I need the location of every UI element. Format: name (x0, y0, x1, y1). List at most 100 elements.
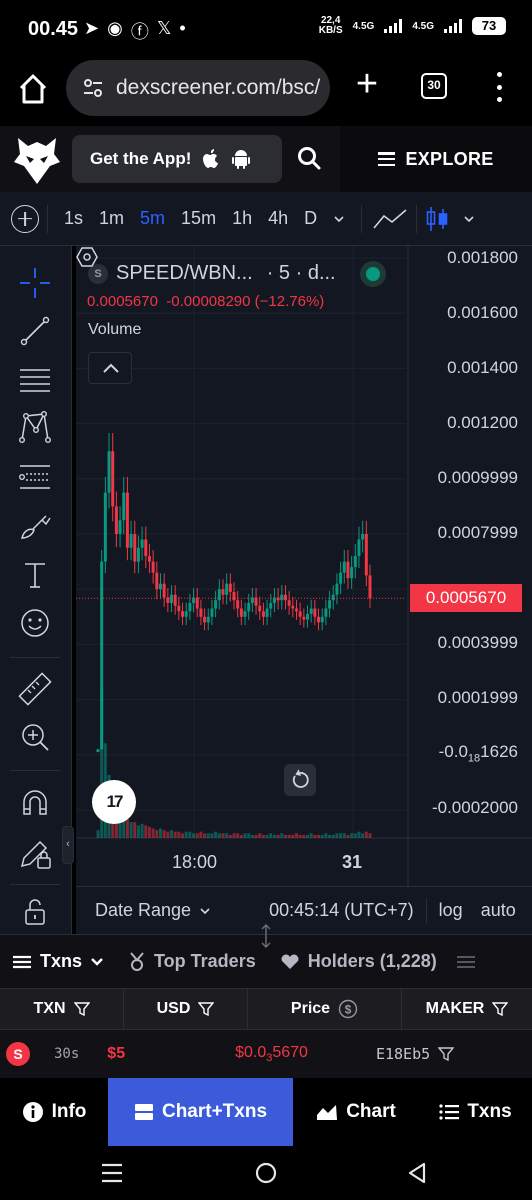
emoji-tool-icon[interactable] (16, 604, 54, 642)
symbol-legend[interactable]: S SPEED/WBN... · 5 · d... (88, 262, 336, 285)
timezone-clock[interactable]: 00:45:14 (UTC+7) (269, 900, 414, 921)
status-bar: 00.45 ➤ ◉ ⓕ 𝕏 • 22,4 KB/S 4.5G 4.5G 73 (0, 0, 532, 58)
url-text: dexscreener.com/bsc/ (116, 76, 321, 99)
timeframe-5m[interactable]: 5m (132, 208, 173, 229)
candle-body (136, 547, 140, 562)
candle-body (133, 534, 137, 562)
chart-settings-icon[interactable] (76, 246, 98, 268)
explore-button[interactable]: EXPLORE (340, 126, 532, 192)
network-type-2: 4.5G (412, 20, 434, 32)
filter-maker-icon[interactable] (438, 1046, 455, 1062)
volume-bar (188, 831, 192, 838)
recent-apps-icon[interactable] (100, 1162, 124, 1184)
volume-bar (283, 834, 287, 838)
back-triangle-icon[interactable] (406, 1161, 428, 1185)
medal-icon (130, 951, 144, 971)
browser-menu-button[interactable] (494, 72, 504, 102)
timeframe-d[interactable]: D (296, 208, 325, 229)
volume-bar (294, 833, 298, 838)
crosshair-tool-icon[interactable] (16, 264, 54, 302)
more-tabs-icon[interactable] (455, 954, 477, 970)
tab-switcher-button[interactable]: 30 (421, 73, 447, 99)
heart-icon (281, 954, 299, 969)
column-txn[interactable]: TXN (0, 989, 124, 1029)
get-app-button[interactable]: Get the App! (72, 135, 282, 183)
magnet-tool-icon[interactable] (16, 784, 54, 822)
filter-icon[interactable] (73, 1001, 90, 1017)
address-bar[interactable]: dexscreener.com/bsc/ (66, 60, 330, 116)
trend-line-tool-icon[interactable] (16, 312, 54, 350)
auto-scale-toggle[interactable]: auto (481, 900, 516, 921)
tab-txns[interactable]: Txns (0, 951, 116, 972)
volume-legend[interactable]: Volume (88, 321, 141, 339)
nav-chart[interactable]: Chart (293, 1078, 419, 1146)
nav-info[interactable]: Info (0, 1078, 108, 1146)
tradingview-logo[interactable]: 17 (92, 780, 136, 824)
volume-bar (225, 833, 229, 838)
volume-bar (155, 830, 159, 838)
currency-toggle-icon[interactable]: $ (338, 999, 358, 1019)
list-icon (13, 955, 31, 968)
forecast-tool-icon[interactable] (16, 458, 54, 496)
nav-txns[interactable]: Txns (419, 1078, 532, 1146)
timeframe-1m[interactable]: 1m (91, 208, 132, 229)
volume-bar (254, 834, 258, 838)
candle-body (313, 608, 317, 617)
filter-icon[interactable] (198, 1001, 215, 1017)
timeframe-1s[interactable]: 1s (56, 208, 91, 229)
reset-chart-button[interactable] (284, 764, 316, 796)
candle-body (118, 520, 122, 534)
home-circle-icon[interactable] (254, 1161, 278, 1185)
column-usd[interactable]: USD (124, 989, 248, 1029)
search-icon[interactable] (296, 145, 322, 171)
column-price[interactable]: Price $ (248, 989, 402, 1029)
candle-body (188, 603, 192, 612)
candle-body (320, 616, 324, 623)
add-symbol-button[interactable] (11, 204, 39, 233)
chevron-down-icon[interactable] (333, 213, 345, 225)
dexscreener-logo-icon[interactable] (14, 132, 60, 186)
candle-body (158, 583, 162, 590)
ruler-tool-icon[interactable] (16, 670, 54, 708)
filter-icon[interactable] (492, 1001, 509, 1017)
site-settings-icon[interactable] (82, 77, 104, 99)
log-scale-toggle[interactable]: log (439, 900, 463, 921)
timeframe-1h[interactable]: 1h (224, 208, 260, 229)
candle-body (129, 534, 133, 548)
column-maker[interactable]: MAKER (402, 989, 532, 1029)
fib-tool-icon[interactable] (16, 360, 54, 398)
volume-bar (151, 828, 155, 838)
chart-type-chevron-icon[interactable] (463, 213, 475, 225)
txn-maker[interactable]: E18Eb5 (376, 1045, 430, 1063)
tab-top-traders[interactable]: Top Traders (116, 951, 268, 972)
pattern-tool-icon[interactable] (16, 408, 54, 446)
timeframe-4h[interactable]: 4h (260, 208, 296, 229)
resize-handle-icon[interactable] (258, 922, 274, 950)
price-chart[interactable]: S SPEED/WBN... · 5 · d... 0.0005670 -0.0… (76, 246, 532, 886)
text-tool-icon[interactable] (16, 556, 54, 594)
lock-drawings-tool-icon[interactable] (16, 834, 54, 872)
txn-age: 30s (54, 1046, 80, 1062)
home-icon[interactable] (18, 72, 48, 106)
table-row[interactable]: S 30s $5 $0.035670 E18Eb5 (0, 1030, 532, 1078)
battery-icon: 73 (472, 17, 506, 35)
date-range-dropdown[interactable]: Date Range (95, 900, 211, 921)
timeframe-15m[interactable]: 15m (173, 208, 224, 229)
volume-bar (328, 834, 332, 838)
txn-usd: $5 (107, 1045, 126, 1062)
candle-body (247, 603, 251, 612)
unlock-icon[interactable] (16, 892, 54, 930)
candles-icon[interactable] (425, 204, 449, 234)
nav-chart-txns[interactable]: Chart+Txns (108, 1078, 293, 1146)
x-tick-label: 18:00 (172, 852, 218, 872)
list-icon (439, 1104, 460, 1120)
zoom-in-tool-icon[interactable] (16, 718, 54, 756)
discord-icon: ◉ (107, 18, 123, 38)
tab-holders[interactable]: Holders (1,228) (268, 951, 449, 972)
volume-bar (162, 830, 166, 838)
new-tab-button[interactable]: + (352, 65, 382, 103)
brush-tool-icon[interactable] (16, 508, 54, 546)
indicators-icon[interactable] (372, 206, 408, 232)
collapse-toolbar-handle[interactable]: ‹ (62, 826, 74, 864)
collapse-legend-button[interactable] (88, 352, 132, 384)
